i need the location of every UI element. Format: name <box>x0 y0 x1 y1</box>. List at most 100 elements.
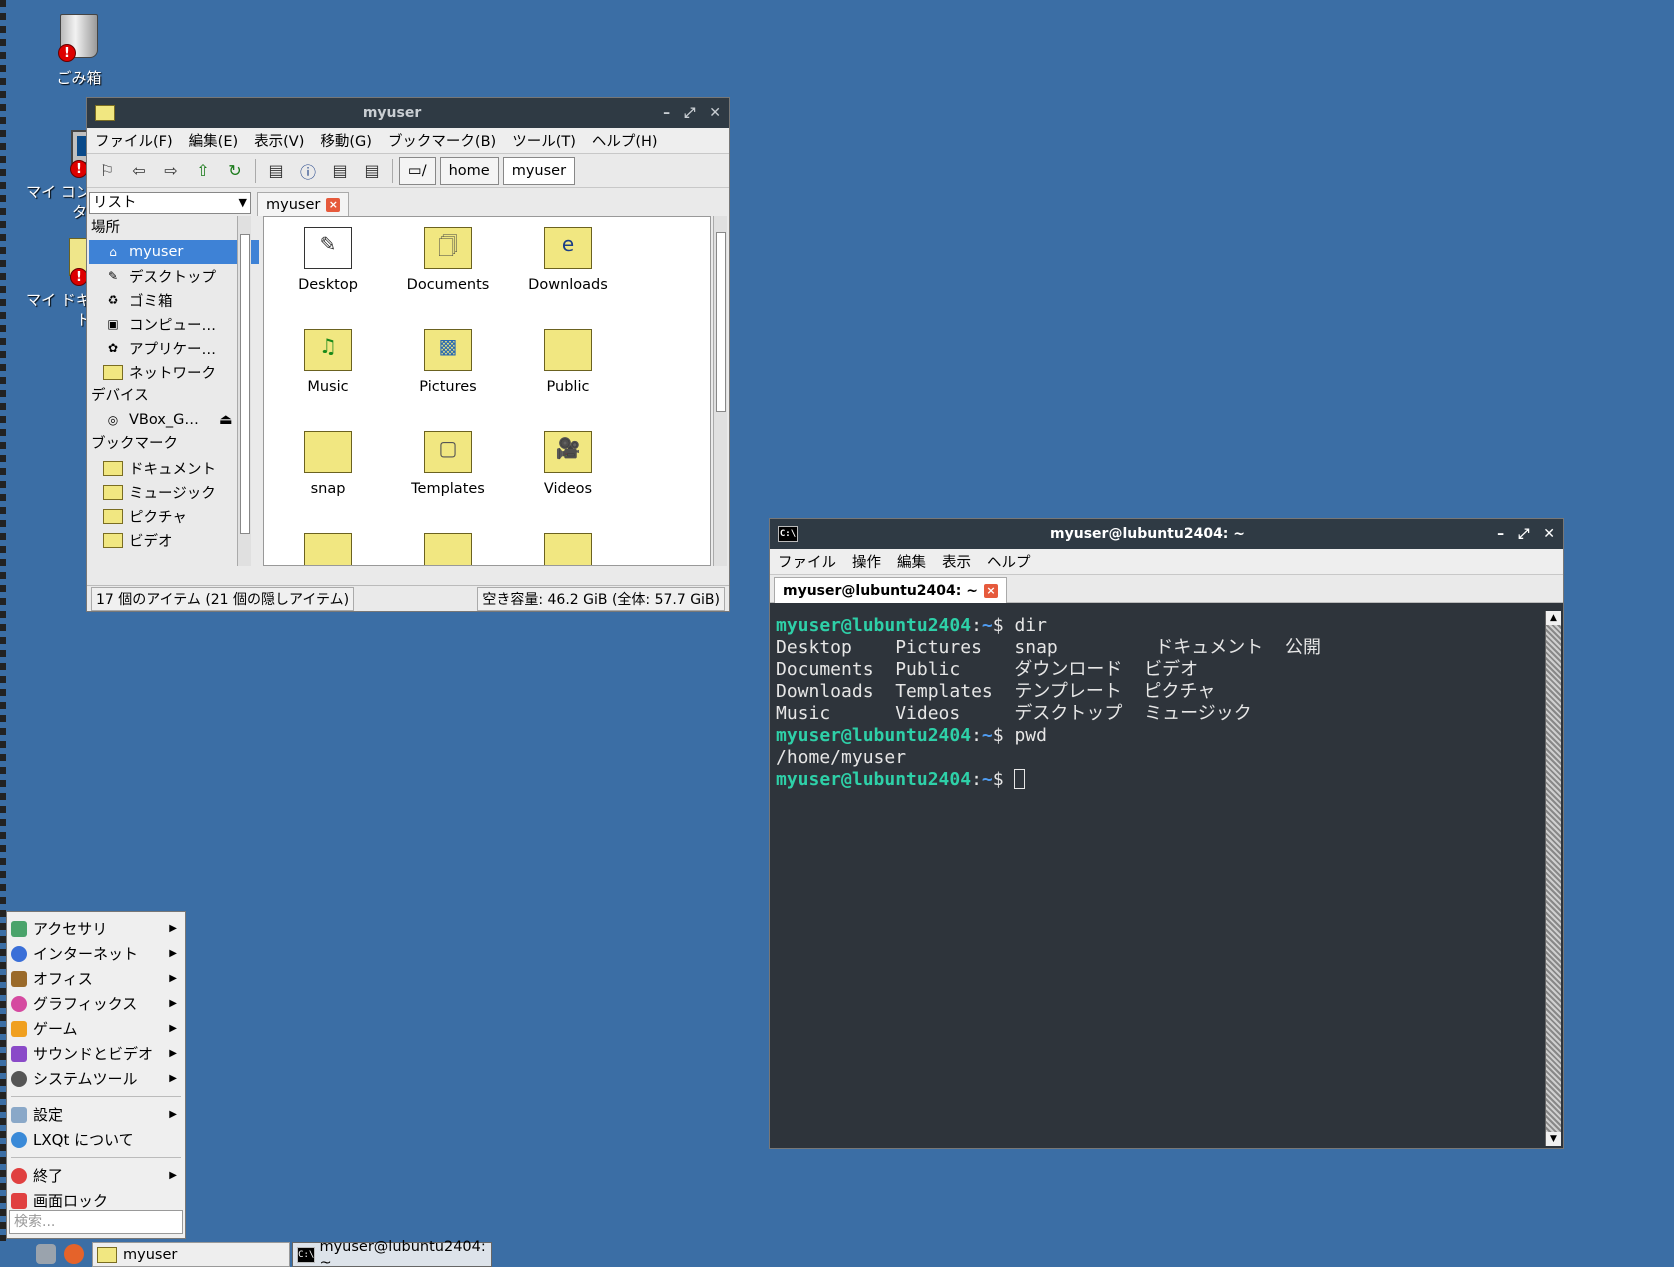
menu-shutdown[interactable]: 終了 ▶ <box>7 1163 185 1188</box>
sidebar-item-computer[interactable]: ▣ コンピュー… <box>89 312 259 336</box>
folder-icon <box>304 533 352 565</box>
close-icon[interactable]: ✕ <box>709 105 721 121</box>
sidebar-item-network[interactable]: ネットワーク <box>89 360 259 384</box>
file-downloads[interactable]: e Downloads <box>508 223 628 293</box>
sidebar-item-myuser[interactable]: ⌂ myuser <box>89 240 259 264</box>
menu-go[interactable]: 移動(G) <box>320 130 372 151</box>
folder-icon <box>103 460 123 476</box>
eject-icon[interactable]: ⏏ <box>219 412 233 428</box>
info-icon[interactable]: ⓘ <box>294 158 322 184</box>
file-documents[interactable]: 🗍 Documents <box>388 223 508 293</box>
menu-sound-video[interactable]: サウンドとビデオ ▶ <box>7 1041 185 1066</box>
sidebar-item-trash[interactable]: ♻ ゴミ箱 <box>89 288 259 312</box>
file-desktop[interactable]: ✎ Desktop <box>268 223 388 293</box>
file-manager-window[interactable]: myuser – ⤢ ✕ ファイル(F) 編集(E) 表示(V) 移動(G) ブ… <box>86 97 730 612</box>
term-menu-edit[interactable]: 編集 <box>897 551 926 572</box>
pwd-output: /home/myuser <box>776 747 907 768</box>
new-tab-icon[interactable]: ⚐ <box>93 158 121 184</box>
compact-view-icon[interactable]: ▤ <box>326 158 354 184</box>
menu-bookmarks[interactable]: ブックマーク(B) <box>388 130 496 151</box>
up-icon[interactable]: ⇧ <box>189 158 217 184</box>
menu-view[interactable]: 表示(V) <box>254 130 304 151</box>
pictures-folder-icon: ▩ <box>424 329 472 371</box>
scroll-up-icon[interactable]: ▲ <box>1546 611 1561 625</box>
menu-file[interactable]: ファイル(F) <box>95 130 173 151</box>
fm-tab[interactable]: myuser × <box>257 192 350 216</box>
back-icon[interactable]: ⇦ <box>125 158 153 184</box>
file-partial[interactable] <box>508 529 628 565</box>
menu-tools[interactable]: ツール(T) <box>512 130 576 151</box>
path-root-button[interactable]: ▭/ <box>399 156 436 185</box>
folder-icon <box>95 105 115 121</box>
office-icon <box>11 970 27 987</box>
chevron-down-icon: ▼ <box>238 196 247 209</box>
desktop-trash-label: ごみ箱 <box>56 69 102 87</box>
fm-tab-label: myuser <box>266 196 321 213</box>
term-menu-view[interactable]: 表示 <box>942 551 971 572</box>
term-titlebar[interactable]: C:\ myuser@lubuntu2404: ~ – ⤢ ✕ <box>770 519 1563 549</box>
path-home-button[interactable]: home <box>439 156 499 185</box>
fm-menubar: ファイル(F) 編集(E) 表示(V) 移動(G) ブックマーク(B) ツール(… <box>87 128 729 154</box>
detail-view-icon[interactable]: ▤ <box>358 158 386 184</box>
terminal-output[interactable]: myuser@lubuntu2404:~$ dir Desktop Pictur… <box>772 611 1544 1146</box>
internet-icon <box>11 945 27 962</box>
taskbar-item-terminal[interactable]: C:\ myuser@lubuntu2404: ~ <box>292 1239 492 1267</box>
reload-icon[interactable]: ↻ <box>221 158 249 184</box>
fm-titlebar[interactable]: myuser – ⤢ ✕ <box>87 98 729 128</box>
menu-about-lxqt[interactable]: LXQt について <box>7 1127 185 1152</box>
menu-graphics[interactable]: グラフィックス ▶ <box>7 991 185 1016</box>
sidebar-item-vbox[interactable]: ◎ VBox_G… ⏏ <box>89 408 259 432</box>
term-menu-file[interactable]: ファイル <box>778 551 836 572</box>
sidebar-item-desktop[interactable]: ✎ デスクトップ <box>89 264 259 288</box>
desktop-trash[interactable]: ! ごみ箱 <box>24 14 134 88</box>
terminal-window[interactable]: C:\ myuser@lubuntu2404: ~ – ⤢ ✕ ファイル 操作 … <box>769 518 1564 1149</box>
scroll-down-icon[interactable]: ▼ <box>1546 1132 1561 1146</box>
sidebar-item-documents[interactable]: ドキュメント <box>89 456 259 480</box>
menu-help[interactable]: ヘルプ(H) <box>592 130 658 151</box>
maximize-icon[interactable]: ⤢ <box>684 105 695 121</box>
downloads-folder-icon: e <box>544 227 592 269</box>
file-snap[interactable]: snap <box>268 427 388 497</box>
sidebar-scrollbar[interactable] <box>237 216 251 566</box>
close-icon[interactable]: ✕ <box>1543 526 1555 542</box>
sidebar-mode-select[interactable]: リスト ▼ <box>89 192 251 214</box>
file-pictures[interactable]: ▩ Pictures <box>388 325 508 395</box>
menu-system-tools[interactable]: システムツール ▶ <box>7 1066 185 1091</box>
menu-games[interactable]: ゲーム ▶ <box>7 1016 185 1041</box>
file-public[interactable]: Public <box>508 325 628 395</box>
file-videos[interactable]: 🎥 Videos <box>508 427 628 497</box>
term-tab[interactable]: myuser@lubuntu2404: ~ × <box>774 577 1007 603</box>
sidebar-item-pictures[interactable]: ピクチャ <box>89 504 259 528</box>
file-partial[interactable] <box>268 529 388 565</box>
icon-view-icon[interactable]: ▤ <box>262 158 290 184</box>
minimize-icon[interactable]: – <box>1497 526 1504 542</box>
file-templates[interactable]: ▢ Templates <box>388 427 508 497</box>
menu-search-input[interactable]: 検索... <box>9 1210 183 1234</box>
forward-icon[interactable]: ⇨ <box>157 158 185 184</box>
tab-close-icon[interactable]: × <box>326 197 341 212</box>
taskbar-item-file-manager[interactable]: myuser <box>92 1242 290 1267</box>
maximize-icon[interactable]: ⤢ <box>1518 526 1529 542</box>
terminal-scrollbar[interactable]: ▲ ▼ <box>1545 611 1561 1146</box>
term-menu-actions[interactable]: 操作 <box>852 551 881 572</box>
show-desktop-icon[interactable] <box>36 1244 56 1264</box>
sidebar-item-applications[interactable]: ✿ アプリケー… <box>89 336 259 360</box>
file-partial[interactable] <box>388 529 508 565</box>
file-music[interactable]: ♫ Music <box>268 325 388 395</box>
path-myuser-button[interactable]: myuser <box>502 156 576 185</box>
network-icon <box>103 364 123 380</box>
menu-settings[interactable]: 設定 ▶ <box>7 1102 185 1127</box>
sidebar-item-music[interactable]: ミュージック <box>89 480 259 504</box>
lxqt-icon <box>11 1131 27 1148</box>
term-menu-help[interactable]: ヘルプ <box>987 551 1031 572</box>
sidebar-item-videos[interactable]: ビデオ <box>89 528 259 552</box>
menu-internet[interactable]: インターネット ▶ <box>7 941 185 966</box>
file-view-scrollbar[interactable] <box>713 216 727 566</box>
gear-icon <box>11 1070 27 1087</box>
menu-edit[interactable]: 編集(E) <box>189 130 238 151</box>
tab-close-icon[interactable]: × <box>983 583 998 598</box>
firefox-icon[interactable] <box>64 1244 84 1264</box>
minimize-icon[interactable]: – <box>663 105 670 121</box>
menu-accessories[interactable]: アクセサリ ▶ <box>7 916 185 941</box>
menu-office[interactable]: オフィス ▶ <box>7 966 185 991</box>
